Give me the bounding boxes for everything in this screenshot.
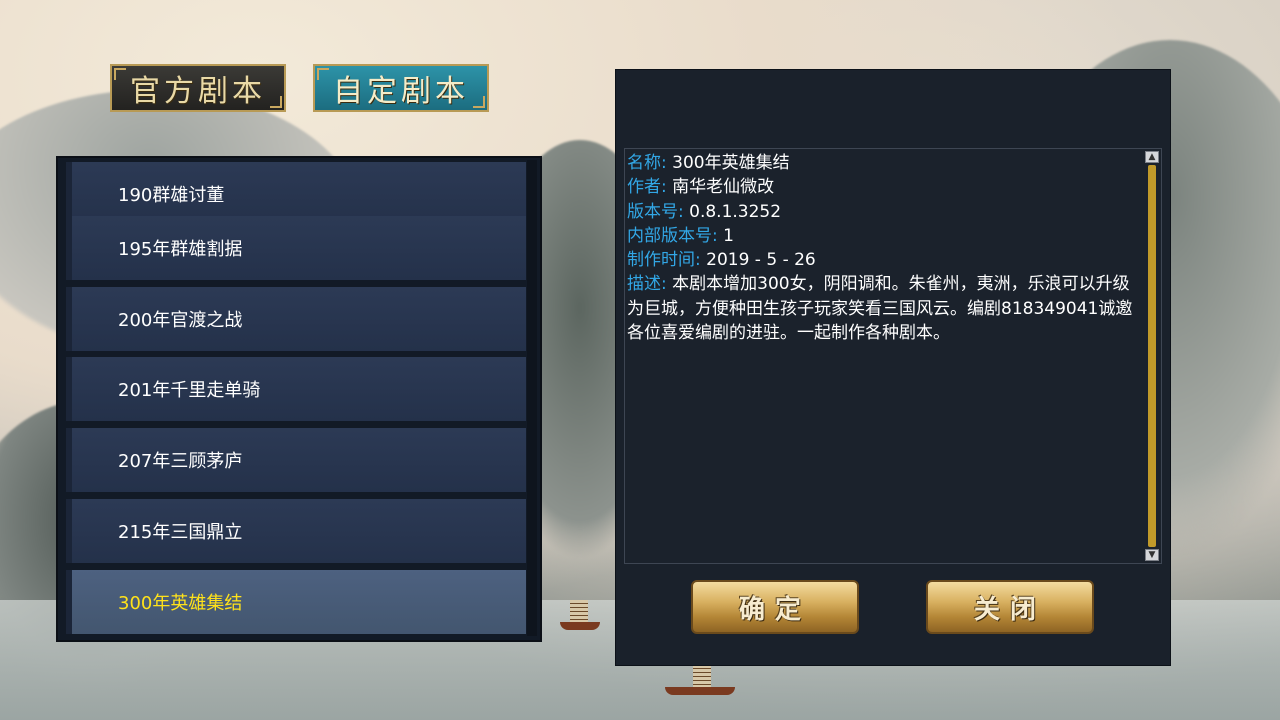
internal-version-label: 内部版本号: [627, 225, 718, 246]
description-value: 本剧本增加300女，阴阳调和。朱雀州，夷洲，乐浪可以升级为巨城，方便种田生孩子玩… [627, 274, 1133, 344]
scenario-info-box: 名称: 300年英雄集结 作者: 南华老仙微改 版本号: 0.8.1.3252 … [624, 148, 1162, 564]
close-button[interactable]: 关闭 [926, 580, 1094, 634]
scroll-thumb[interactable] [1148, 165, 1156, 547]
version-value: 0.8.1.3252 [689, 201, 782, 222]
scroll-up-icon[interactable]: ▲ [1145, 151, 1159, 163]
scenario-item[interactable]: 215年三国鼎立 [66, 499, 526, 563]
internal-version-value: 1 [723, 225, 734, 246]
scenario-list-scrollbar[interactable] [527, 160, 537, 636]
scroll-down-icon[interactable]: ▼ [1145, 549, 1159, 561]
tab-official-scenarios[interactable]: 官方剧本 [110, 64, 286, 112]
scenario-item[interactable]: 207年三顾茅庐 [66, 428, 526, 492]
scenario-item[interactable]: 195年群雄割据 [66, 216, 526, 280]
author-label: 作者: [627, 177, 667, 198]
boat-icon [665, 665, 735, 695]
scenario-info-panel: 名称: 300年英雄集结 作者: 南华老仙微改 版本号: 0.8.1.3252 … [615, 69, 1171, 666]
scenario-info-text: 名称: 300年英雄集结 作者: 南华老仙微改 版本号: 0.8.1.3252 … [627, 151, 1139, 345]
scenario-item[interactable]: 201年千里走单骑 [66, 357, 526, 421]
scenario-item[interactable]: 200年官渡之战 [66, 287, 526, 351]
scenario-item-selected[interactable]: 300年英雄集结 [66, 570, 526, 634]
date-label: 制作时间: [627, 250, 701, 271]
name-value: 300年英雄集结 [672, 153, 790, 173]
confirm-button[interactable]: 确定 [691, 580, 859, 634]
author-value: 南华老仙微改 [672, 177, 775, 198]
game-screen: 官方剧本 自定剧本 190群雄讨董 195年群雄割据 200年官渡之战 201年… [0, 0, 1280, 720]
date-value: 2019 - 5 - 26 [706, 250, 816, 271]
version-label: 版本号: [627, 201, 684, 222]
tab-custom-scenarios[interactable]: 自定剧本 [313, 64, 489, 112]
boat-icon [560, 600, 600, 630]
info-scrollbar[interactable]: ▲ ▼ [1145, 151, 1159, 561]
scenario-list: 190群雄讨董 195年群雄割据 200年官渡之战 201年千里走单骑 207年… [56, 156, 542, 642]
name-label: 名称: [627, 153, 667, 173]
description-label: 描述: [627, 274, 667, 295]
